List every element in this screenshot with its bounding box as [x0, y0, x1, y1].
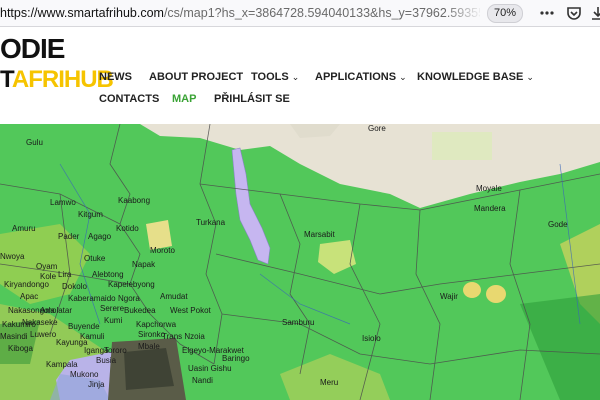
zoom-level-badge[interactable]: 70%	[487, 4, 523, 23]
dry-patch	[486, 285, 506, 303]
map-label: Moyale	[476, 184, 502, 193]
map-label: Pader	[58, 232, 80, 241]
map-label: Apac	[20, 292, 39, 301]
map-label: Kamuli	[80, 332, 105, 341]
map-label: Buyende	[68, 322, 100, 331]
nav-news-label: NEWS	[99, 71, 132, 83]
map-label: Baringo	[222, 354, 250, 363]
map-label: Marsabit	[304, 230, 335, 239]
map-label: Nandi	[192, 376, 213, 385]
map-label: Amudat	[160, 292, 188, 301]
nav-map-label: MAP	[172, 93, 197, 105]
map-label: Kiryandongo	[4, 280, 49, 289]
chevron-down-icon: ⌄	[526, 72, 534, 82]
nav-news[interactable]: NEWS	[99, 70, 132, 84]
map-label: Amolatar	[40, 306, 73, 315]
map-label: Napak	[132, 260, 156, 269]
map-label: Kiboga	[8, 344, 33, 353]
more-dots-icon[interactable]	[538, 4, 556, 22]
map-label: Moroto	[150, 246, 175, 255]
download-icon[interactable]	[589, 4, 600, 22]
map-label: Kampala	[46, 360, 78, 369]
nav-login-label: PŘIHLÁSIT SE	[214, 93, 290, 105]
map-label: Nwoya	[0, 252, 25, 261]
map-label: Serere	[100, 304, 125, 313]
map-label: Jinja	[88, 380, 105, 389]
map-label: Lamwo	[50, 198, 76, 207]
map-label: Mbale	[138, 342, 160, 351]
map-label: Wajir	[440, 292, 458, 301]
url-bar[interactable]: https://www.smartafrihub.com/cs/map1?hs_…	[0, 5, 480, 21]
map-label: Kapchorwa	[136, 320, 177, 329]
map-label: Masindi	[0, 332, 28, 341]
map-label: Kapelebyong	[108, 280, 155, 289]
pocket-icon[interactable]	[565, 4, 583, 22]
dry-patch	[432, 132, 492, 160]
map-label: Luwero	[30, 330, 57, 339]
nav-login[interactable]: PŘIHLÁSIT SE	[214, 92, 290, 106]
map-label: Kotido	[116, 224, 139, 233]
nav-tools[interactable]: TOOLS ⌄	[251, 70, 299, 84]
map-label: Kitgum	[78, 210, 103, 219]
browser-toolbar: https://www.smartafrihub.com/cs/map1?hs_…	[0, 0, 600, 27]
map-label: Kaabong	[118, 196, 151, 205]
map-label: Dokolo	[62, 282, 87, 291]
map-label: Mandera	[474, 204, 506, 213]
map-label: Kakumiro	[2, 320, 36, 329]
nav-about-label: ABOUT PROJECT	[149, 71, 244, 83]
map-label: Kumi	[104, 316, 123, 325]
logo-bottom[interactable]: TAFRIHUB	[0, 66, 114, 93]
satellite-imagery-dark	[124, 348, 174, 390]
nav-kb-label: KNOWLEDGE BASE	[417, 71, 524, 83]
url-host: https://www.smartafrihub.com	[0, 6, 164, 20]
map-label: Amuru	[12, 224, 36, 233]
map-label: Kole	[40, 272, 57, 281]
map-label: Uasin Gishu	[188, 364, 232, 373]
chevron-down-icon: ⌄	[399, 72, 407, 82]
logo-bottom-prefix: T	[0, 66, 13, 93]
nav-map[interactable]: MAP	[172, 92, 196, 106]
nav-about-project[interactable]: ABOUT PROJECT	[149, 70, 243, 84]
map-label: Lira	[58, 270, 72, 279]
nav-knowledge-base[interactable]: KNOWLEDGE BASE ⌄	[417, 70, 534, 84]
map-label: Mukono	[70, 370, 99, 379]
map-label: Alebtong	[92, 270, 124, 279]
nav-applications-label: APPLICATIONS	[315, 71, 397, 83]
map-label: Samburu	[282, 318, 315, 327]
map-label: Iganga	[84, 346, 109, 355]
logo-bottom-accent: AFRIHUB	[11, 66, 114, 93]
map-label: Elgeyo-Marakwet	[182, 346, 244, 355]
map-label: Kaberamaido	[68, 294, 116, 303]
dry-patch	[463, 282, 481, 298]
map-label: West Pokot	[170, 306, 211, 315]
map-label: Oyam	[36, 262, 58, 271]
url-fade	[445, 2, 483, 24]
map-label: Agago	[88, 232, 112, 241]
map-label: Ngora	[118, 294, 140, 303]
chevron-down-icon: ⌄	[291, 72, 300, 82]
logo-top[interactable]: ODIE	[0, 34, 65, 64]
map-label: Gore	[368, 124, 386, 133]
map-label: Gode	[548, 220, 568, 229]
map-label: Bukedea	[124, 306, 156, 315]
map-label: Trans Nzoia	[162, 332, 205, 341]
map-label: Isiolo	[362, 334, 381, 343]
map-label: Turkana	[196, 218, 226, 227]
nav-contacts-label: CONTACTS	[99, 93, 160, 105]
nav-contacts[interactable]: CONTACTS	[99, 92, 159, 106]
map-label: Sironko	[138, 330, 166, 339]
map-label: Meru	[320, 378, 339, 387]
map-view[interactable]: Gulu Kitgum Kaabong Lamwo Amuru Pader Ag…	[0, 124, 600, 400]
map-label: Gulu	[26, 138, 43, 147]
url-path: /cs/map1?hs_x=3864728.594040133&hs_y=379…	[163, 6, 480, 20]
map-label: Otuke	[84, 254, 106, 263]
nav-tools-label: TOOLS	[251, 71, 289, 83]
nav-applications[interactable]: APPLICATIONS ⌄	[315, 70, 407, 84]
map-label: Busia	[96, 356, 117, 365]
